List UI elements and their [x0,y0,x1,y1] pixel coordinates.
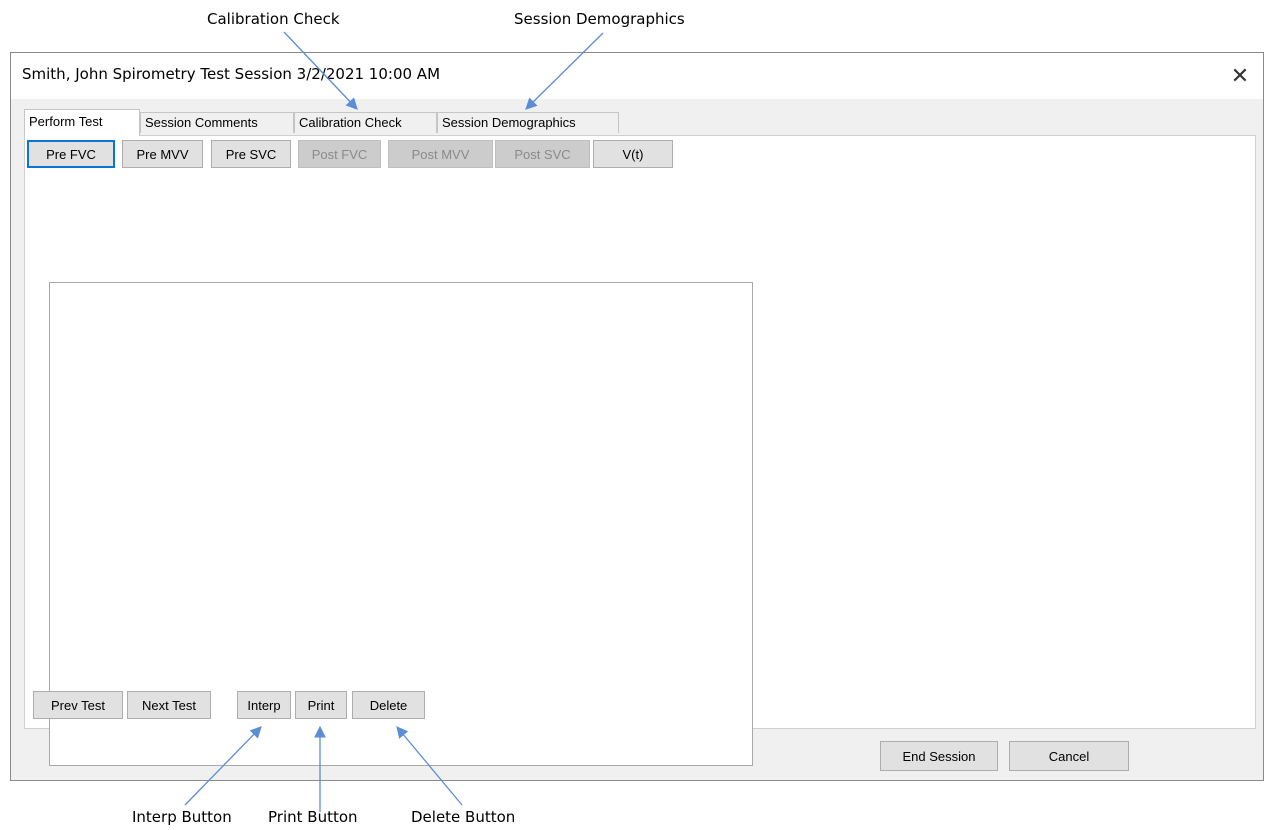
window-title: Smith, John Spirometry Test Session 3/2/… [22,65,441,83]
perform-test-panel: Pre FVC Pre MVV Pre SVC Post FVC Post MV… [24,135,1256,766]
post-mvv-button[interactable]: Post MVV [388,140,493,168]
callout-session-demographics: Session Demographics [514,10,685,28]
close-button[interactable]: ✕ [1217,53,1263,99]
pre-fvc-button[interactable]: Pre FVC [27,140,115,168]
cancel-button[interactable]: Cancel [1009,741,1129,771]
callout-print-button: Print Button [268,808,358,826]
callout-delete-button: Delete Button [411,808,516,826]
callout-calibration-check: Calibration Check [207,10,340,28]
pre-svc-button[interactable]: Pre SVC [211,140,291,168]
prev-test-button[interactable]: Prev Test [33,691,123,719]
title-bar: Smith, John Spirometry Test Session 3/2/… [11,53,1263,99]
tab-calibration-check[interactable]: Calibration Check [294,112,437,133]
print-button[interactable]: Print [295,691,347,719]
tab-session-comments[interactable]: Session Comments [140,112,294,133]
next-test-button[interactable]: Next Test [127,691,211,719]
tab-session-demographics[interactable]: Session Demographics [437,112,619,133]
spirometry-session-dialog: Smith, John Spirometry Test Session 3/2/… [10,52,1264,781]
close-icon: ✕ [1230,63,1250,88]
interp-button[interactable]: Interp [237,691,291,719]
pre-mvv-button[interactable]: Pre MVV [122,140,203,168]
post-fvc-button[interactable]: Post FVC [298,140,381,168]
post-svc-button[interactable]: Post SVC [495,140,590,168]
end-session-button[interactable]: End Session [880,741,998,771]
tab-perform-test[interactable]: Perform Test [24,109,140,136]
delete-button[interactable]: Delete [352,691,425,719]
callout-interp-button: Interp Button [132,808,232,826]
vt-button[interactable]: V(t) [593,140,673,168]
